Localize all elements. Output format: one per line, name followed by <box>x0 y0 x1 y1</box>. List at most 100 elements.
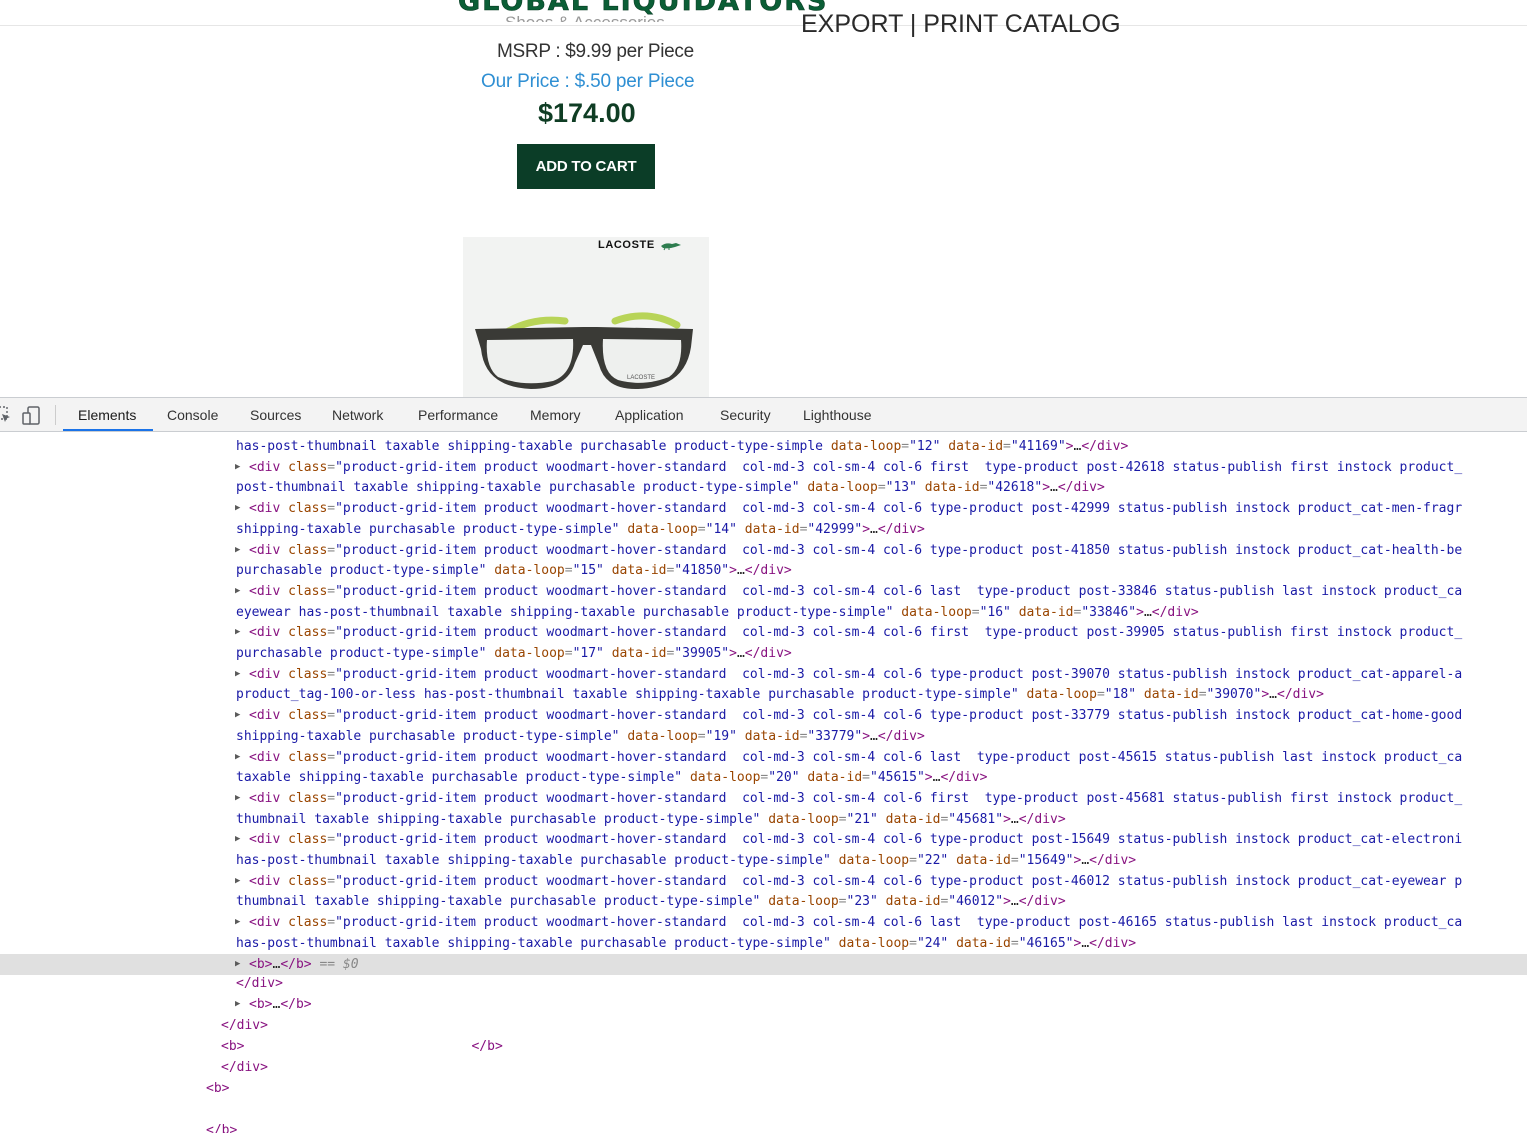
tab-network[interactable]: Network <box>332 398 383 432</box>
tab-sources[interactable]: Sources <box>250 398 301 432</box>
tab-console[interactable]: Console <box>167 398 218 432</box>
inspect-element-icon[interactable] <box>0 406 12 424</box>
expand-triangle-icon[interactable]: ▶ <box>235 457 240 478</box>
tab-application[interactable]: Application <box>615 398 684 432</box>
tab-elements[interactable]: Elements <box>78 398 136 432</box>
expand-triangle-icon[interactable]: ▶ <box>235 954 240 975</box>
expand-triangle-icon[interactable]: ▶ <box>235 871 240 892</box>
expand-triangle-icon[interactable]: ▶ <box>235 912 240 933</box>
dom-node-line[interactable]: ▶ <div class="product-grid-item product w… <box>0 581 1527 602</box>
code-token: = <box>564 563 573 579</box>
code-token: <div <box>249 501 281 517</box>
dom-node-code: <div class="product-grid-item product wo… <box>249 871 1462 892</box>
expand-triangle-icon[interactable]: ▶ <box>235 788 240 809</box>
dom-node-code: thumbnail taxable shipping-taxable purch… <box>236 809 1066 830</box>
dom-node-line[interactable]: eyewear has-post-thumbnail taxable shipp… <box>0 602 1527 623</box>
code-token: data-loop <box>768 811 839 827</box>
dom-node-line[interactable]: <b> <box>0 1078 1527 1099</box>
code-token: = <box>909 853 917 868</box>
dom-node-line[interactable]: has-post-thumbnail taxable shipping-taxa… <box>0 436 1527 457</box>
expand-triangle-icon[interactable]: ▶ <box>235 498 240 519</box>
dom-node-line[interactable]: ▶ <div class="product-grid-item product w… <box>0 457 1527 478</box>
dom-node-line[interactable]: taxable shipping-taxable purchasable pro… <box>0 767 1527 788</box>
expand-triangle-icon[interactable]: ▶ <box>235 540 240 561</box>
dom-node-line[interactable]: has-post-thumbnail taxable shipping-taxa… <box>0 933 1527 954</box>
expand-triangle-icon[interactable]: ▶ <box>235 581 240 602</box>
dom-node-line[interactable]: ▶ <div class="product-grid-item product w… <box>0 788 1527 809</box>
code-token: "14" <box>705 521 737 537</box>
dom-node-line[interactable]: ▶ <div class="product-grid-item product w… <box>0 871 1527 892</box>
code-token: <div <box>249 873 281 889</box>
dom-node-code: post-thumbnail taxable shipping-taxable … <box>236 477 1105 498</box>
dom-node-line[interactable]: purchasable product-type-simple" data-lo… <box>0 643 1527 664</box>
expand-triangle-icon[interactable]: ▶ <box>235 747 240 768</box>
dom-node-line[interactable]: post-thumbnail taxable shipping-taxable … <box>0 477 1527 498</box>
dom-node-line[interactable]: </div> <box>0 1057 1527 1078</box>
add-to-cart-button[interactable]: ADD TO CART <box>517 144 655 189</box>
dom-node-line[interactable]: ▶ <b>…</b> <box>0 994 1527 1015</box>
dom-node-line[interactable] <box>0 1099 1527 1120</box>
toolbar-separator <box>55 405 56 425</box>
dom-node-line[interactable]: ▶ <div class="product-grid-item product w… <box>0 705 1527 726</box>
code-token: data-loop <box>689 770 761 786</box>
code-token: <b> <box>249 997 273 1012</box>
tab-performance[interactable]: Performance <box>418 398 498 432</box>
dom-node-line[interactable]: ▶ <div class="product-grid-item product w… <box>0 664 1527 685</box>
tab-security[interactable]: Security <box>720 398 771 432</box>
dom-node-line[interactable]: ▶ <div class="product-grid-item product w… <box>0 747 1527 768</box>
code-token: class <box>288 832 328 848</box>
tab-lighthouse[interactable]: Lighthouse <box>803 398 872 432</box>
header-divider <box>0 25 1527 26</box>
code-token: … <box>1269 687 1277 703</box>
dom-node-code: thumbnail taxable shipping-taxable purch… <box>236 891 1066 912</box>
expand-triangle-icon[interactable]: ▶ <box>235 705 240 726</box>
dom-node-line[interactable]: thumbnail taxable shipping-taxable purch… <box>0 891 1527 912</box>
expand-triangle-icon[interactable]: ▶ <box>235 994 240 1015</box>
code-token: = <box>838 894 847 910</box>
tab-memory[interactable]: Memory <box>530 398 581 432</box>
code-token: "20" <box>768 770 800 786</box>
dom-node-line[interactable]: thumbnail taxable shipping-taxable purch… <box>0 809 1527 830</box>
code-token: class <box>288 708 328 724</box>
dom-node-line[interactable]: has-post-thumbnail taxable shipping-taxa… <box>0 850 1527 871</box>
export-print-catalog-link[interactable]: EXPORT | PRINT CATALOG <box>801 10 1121 39</box>
dom-node-line[interactable]: ▶ <div class="product-grid-item product w… <box>0 912 1527 933</box>
device-toolbar-icon[interactable] <box>22 406 42 426</box>
code-token: data-id <box>744 728 800 744</box>
active-tab-indicator <box>63 429 153 431</box>
dom-node-line[interactable]: ▶ <div class="product-grid-item product w… <box>0 829 1527 850</box>
dom-tree[interactable]: has-post-thumbnail taxable shipping-taxa… <box>0 432 1527 1133</box>
code-token: > <box>1003 811 1011 827</box>
code-token: </div> <box>1277 687 1324 703</box>
dom-node-line[interactable]: <b> </b> <box>0 1036 1527 1057</box>
code-token: data-id <box>807 770 863 786</box>
code-token: <b> <box>206 1081 230 1096</box>
dom-node-line[interactable]: ▶ <div class="product-grid-item product w… <box>0 622 1527 643</box>
dom-node-line[interactable]: purchasable product-type-simple" data-lo… <box>0 560 1527 581</box>
dom-node-line[interactable]: ▶ <div class="product-grid-item product w… <box>0 540 1527 561</box>
expand-triangle-icon[interactable]: ▶ <box>235 622 240 643</box>
dom-node-line[interactable]: product_tag-100-or-less has-post-thumbna… <box>0 684 1527 705</box>
dom-node-line[interactable]: </b> <box>0 1120 1527 1133</box>
code-token: class <box>288 666 328 682</box>
dom-node-code: product_tag-100-or-less has-post-thumbna… <box>236 684 1324 705</box>
dom-node-line[interactable]: ▶ <div class="product-grid-item product w… <box>0 498 1527 519</box>
code-token: … <box>1010 811 1019 827</box>
code-token: "15" <box>572 563 604 579</box>
code-token: "41850" <box>674 563 730 579</box>
expand-triangle-icon[interactable]: ▶ <box>235 664 240 685</box>
product-image[interactable]: LACOSTE LACOSTE <box>463 237 709 397</box>
dom-node-line[interactable]: </div> <box>0 973 1527 994</box>
code-token: has-post-thumbnail taxable shipping-taxa… <box>236 853 831 868</box>
dom-node-line[interactable]: shipping-taxable purchasable product-typ… <box>0 726 1527 747</box>
dom-node-line[interactable]: </div> <box>0 1015 1527 1036</box>
dom-node-code: has-post-thumbnail taxable shipping-taxa… <box>236 436 1128 457</box>
expand-triangle-icon[interactable]: ▶ <box>235 829 240 850</box>
code-token: <div <box>249 708 281 724</box>
dom-node-line[interactable]: shipping-taxable purchasable product-typ… <box>0 519 1527 540</box>
dom-node-selected[interactable]: ▶ <b>…</b> == $0 <box>0 953 1527 975</box>
